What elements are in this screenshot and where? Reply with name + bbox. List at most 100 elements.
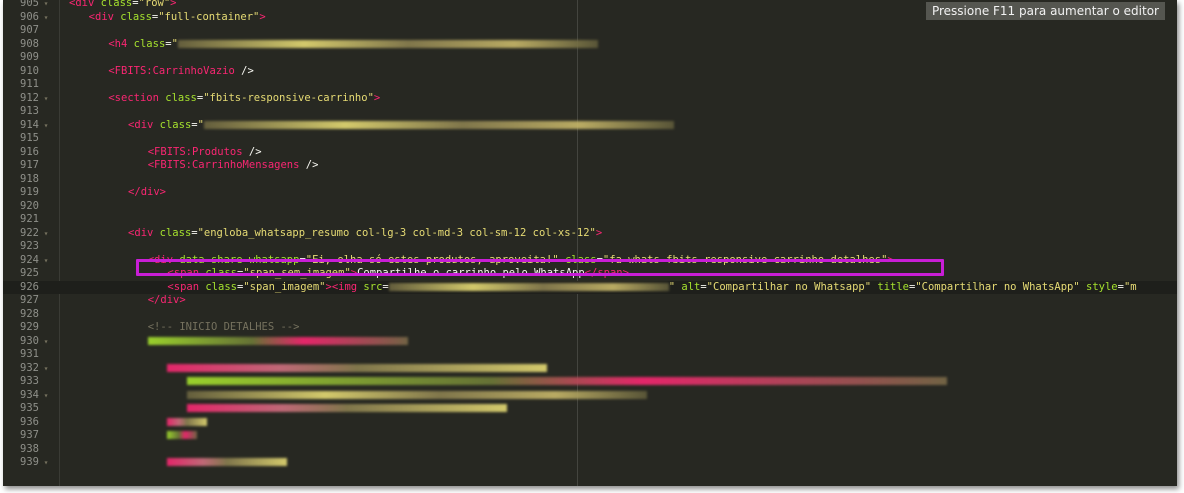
fold-toggle-icon[interactable]: ▾ (39, 456, 53, 470)
code-text: <div class="engloba_whatsapp_resumo col-… (128, 227, 602, 241)
code-token: </div> (147, 294, 186, 306)
code-token: <section (108, 91, 166, 104)
code-text: <div class=" (128, 119, 674, 133)
redacted-text (203, 120, 674, 129)
code-line[interactable]: 913 (3, 105, 1177, 119)
line-number: 935 (20, 402, 39, 414)
code-line[interactable]: 920 (3, 200, 1177, 214)
code-line[interactable]: 911 (3, 78, 1177, 92)
code-text: <FBITS:Produtos /> (148, 146, 262, 160)
code-line[interactable]: 912 ▾ <section class="fbits-responsive-car… (3, 92, 1177, 106)
fold-toggle-icon[interactable]: ▾ (39, 11, 53, 25)
code-token: <h4 (108, 37, 134, 50)
code-editor[interactable]: 905 ▾ <div class="row"> 906 ▾ <div class="ful… (3, 0, 1177, 486)
code-line[interactable]: 917 <FBITS:CarrinhoMensagens /> (3, 159, 1177, 173)
code-line[interactable]: 936 (3, 416, 1177, 430)
highlight-annotation (136, 259, 944, 276)
code-line[interactable]: 932 ▾ (3, 362, 1177, 376)
code-line[interactable]: 922 ▾ <div class="engloba_whatsapp_resumo … (3, 227, 1177, 241)
code-line[interactable]: 919 </div> (3, 186, 1177, 200)
code-text: <FBITS:CarrinhoVazio /> (108, 65, 253, 79)
code-token: <FBITS:CarrinhoVazio (108, 64, 242, 77)
code-token: "full-container" (158, 10, 260, 23)
line-number: 917 (20, 159, 39, 171)
code-line[interactable]: 935 (3, 402, 1177, 416)
code-line[interactable]: 914 ▾ <div class=" (3, 119, 1177, 133)
code-token: title (877, 280, 909, 293)
code-line[interactable]: 921 (3, 213, 1177, 227)
fold-toggle-icon[interactable]: ▾ (39, 227, 53, 241)
code-text (167, 456, 288, 470)
code-text: <!-- INICIO DETALHES --> (148, 321, 300, 335)
code-line[interactable]: 909 (3, 51, 1177, 65)
code-line[interactable]: 907 (3, 24, 1177, 38)
code-text: <div class="full-container"> (89, 11, 266, 25)
code-token: "row" (138, 0, 171, 9)
line-number: 936 (20, 415, 39, 428)
code-line[interactable]: 930 ▾ (3, 335, 1177, 349)
code-line[interactable]: 915 (3, 132, 1177, 146)
code-text (167, 416, 208, 430)
code-token: <div (128, 226, 160, 239)
line-number: 925 (20, 267, 39, 279)
code-line[interactable]: 939 ▾ (3, 456, 1177, 470)
fold-toggle-icon[interactable]: ▾ (39, 362, 53, 376)
code-line[interactable]: 916 <FBITS:Produtos /> (3, 146, 1177, 160)
code-token: style (1086, 280, 1118, 293)
code-line[interactable]: 923 (3, 240, 1177, 254)
line-number: 908 (20, 37, 39, 50)
redacted-text (167, 458, 288, 466)
code-token: <div (128, 118, 160, 131)
code-token: > (373, 91, 381, 104)
code-token: class (205, 280, 237, 293)
code-text: </div> (148, 294, 186, 308)
code-line[interactable]: 927 </div> (3, 294, 1177, 308)
redacted-text (388, 282, 669, 291)
fold-toggle-icon[interactable]: ▾ (39, 254, 53, 268)
fold-toggle-icon[interactable]: ▾ (39, 119, 53, 133)
code-line[interactable]: 926 <span class="span_imagem"><img src= " … (3, 280, 1177, 295)
code-line[interactable]: 908 <h4 class=" (3, 38, 1177, 52)
code-token: class (133, 37, 166, 50)
code-token: alt (681, 280, 701, 293)
line-number: 927 (20, 294, 39, 306)
fold-toggle-icon[interactable]: ▾ (39, 389, 53, 403)
line-number: 922 (20, 226, 39, 239)
code-line[interactable]: 910 <FBITS:CarrinhoVazio /> (3, 65, 1177, 79)
code-line[interactable]: 937 (3, 429, 1177, 443)
fold-toggle-icon[interactable]: ▾ (39, 335, 53, 349)
line-number: 920 (20, 199, 39, 212)
line-number: 923 (20, 240, 39, 252)
code-token: > (259, 10, 266, 23)
code-line[interactable]: 929 <!-- INICIO DETALHES --> (3, 321, 1177, 335)
code-line[interactable]: 928 (3, 308, 1177, 322)
line-number: 930 (20, 334, 39, 347)
code-line[interactable]: 933 (3, 375, 1177, 389)
code-text (167, 429, 198, 443)
redacted-text (187, 390, 648, 399)
code-text: <div class="row"> (69, 0, 176, 11)
code-token: <FBITS:CarrinhoMensagens (147, 159, 306, 171)
fold-toggle-icon[interactable]: ▾ (39, 92, 53, 106)
code-text: <section class="fbits-responsive-carrinh… (108, 92, 380, 106)
line-number: 909 (20, 51, 39, 63)
code-token: class (100, 0, 133, 9)
line-number: 937 (20, 429, 39, 441)
code-token: /> (248, 145, 262, 158)
line-number: 932 (20, 361, 39, 374)
code-line[interactable]: 938 (3, 443, 1177, 457)
line-number: 916 (20, 145, 39, 158)
code-token: <FBITS:Produtos (147, 145, 249, 158)
line-number: 921 (20, 213, 39, 225)
code-token: /> (305, 159, 319, 171)
fold-toggle-icon[interactable]: ▾ (39, 0, 53, 11)
code-line[interactable]: 934 ▾ (3, 389, 1177, 403)
code-line[interactable]: 931 (3, 348, 1177, 362)
line-number: 938 (20, 442, 39, 455)
redacted-text (177, 39, 598, 48)
line-number: 912 (20, 91, 39, 104)
code-text: <FBITS:CarrinhoMensagens /> (148, 159, 319, 173)
code-token: "span_imagem" (243, 280, 326, 293)
code-text: <span class="span_imagem"><img src= " alt… (167, 281, 1136, 295)
code-line[interactable]: 918 (3, 173, 1177, 187)
